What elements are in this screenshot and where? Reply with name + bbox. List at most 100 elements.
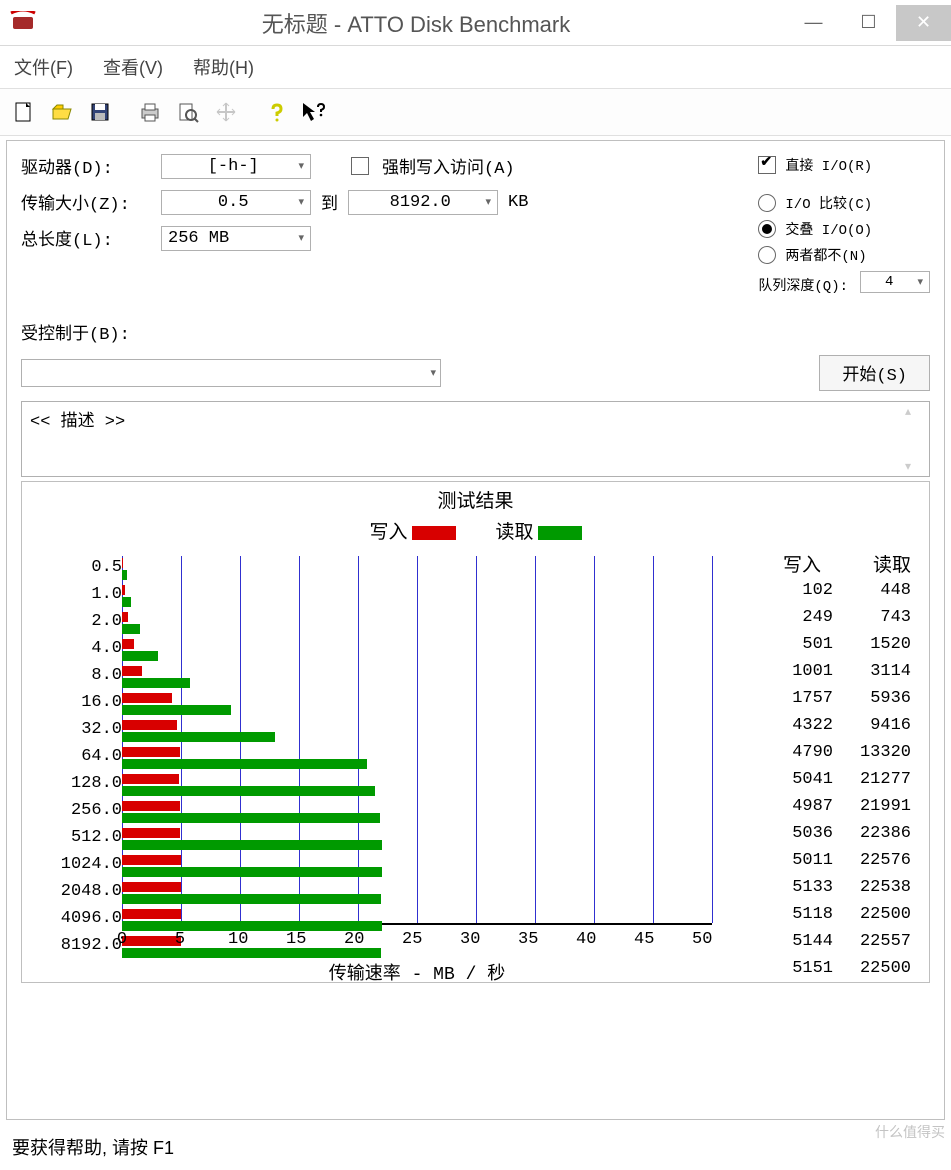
- write-value: 5144: [763, 928, 833, 955]
- chevron-down-icon: ▾: [298, 195, 304, 209]
- bar-row: [122, 853, 712, 880]
- read-value: 21277: [841, 766, 911, 793]
- col-write: 写入: [751, 550, 821, 577]
- bar-row: [122, 772, 712, 799]
- write-bar: [122, 855, 181, 865]
- neither-radio[interactable]: [758, 246, 776, 264]
- read-bar: [122, 786, 375, 796]
- value-row: 5041 21277: [722, 766, 929, 793]
- watermark: 什么值得买: [875, 1122, 945, 1142]
- write-value: 5151: [763, 955, 833, 982]
- read-bar: [122, 570, 127, 580]
- write-bar: [122, 639, 134, 649]
- help-icon[interactable]: [260, 96, 292, 128]
- write-value: 1001: [763, 658, 833, 685]
- scroll-down-icon[interactable]: ▾: [905, 459, 927, 474]
- read-value: 1520: [841, 631, 911, 658]
- total-length-label: 总长度(L):: [21, 225, 151, 251]
- description-textarea[interactable]: << 描述 >> ▴▾: [21, 401, 930, 477]
- chevron-down-icon: ▾: [298, 159, 304, 173]
- write-value: 4790: [763, 739, 833, 766]
- overlapped-io-radio[interactable]: [758, 220, 776, 238]
- whats-this-icon[interactable]: [298, 96, 330, 128]
- results-table: 写入 读取 1024482497435011520100131141757593…: [712, 550, 929, 982]
- value-row: 249743: [722, 604, 929, 631]
- chart-area: 0.51.02.04.08.016.032.064.0128.0256.0512…: [42, 550, 712, 980]
- bar-row: [122, 745, 712, 772]
- force-write-checkbox[interactable]: [351, 157, 369, 175]
- window-title: 无标题 - ATTO Disk Benchmark: [46, 7, 786, 39]
- y-tick: 16.0: [42, 689, 122, 716]
- direct-io-checkbox[interactable]: [758, 156, 776, 174]
- y-tick: 128.0: [42, 770, 122, 797]
- write-value: 4987: [763, 793, 833, 820]
- write-bar: [122, 828, 180, 838]
- start-button[interactable]: 开始(S): [819, 355, 930, 391]
- read-bar: [122, 678, 190, 688]
- value-row: 511822500: [722, 901, 929, 928]
- value-row: 5144 22557: [722, 928, 929, 955]
- queue-depth-select[interactable]: 4▾: [860, 271, 930, 293]
- read-value: 22557: [841, 928, 911, 955]
- minimize-button[interactable]: —: [786, 5, 841, 41]
- value-row: 501122576: [722, 847, 929, 874]
- write-bar: [122, 747, 180, 757]
- value-row: 503622386: [722, 820, 929, 847]
- print-icon[interactable]: [134, 96, 166, 128]
- transfer-size-label: 传输大小(Z):: [21, 189, 151, 215]
- move-icon[interactable]: [210, 96, 242, 128]
- chevron-down-icon: ▾: [430, 366, 436, 380]
- y-tick: 4096.0: [42, 905, 122, 932]
- direct-io-label: 直接 I/O(R): [785, 155, 872, 175]
- write-bar: [122, 720, 177, 730]
- maximize-button[interactable]: ☐: [841, 5, 896, 41]
- read-bar: [122, 867, 382, 877]
- value-row: 515122500: [722, 955, 929, 982]
- write-value: 5118: [763, 901, 833, 928]
- write-bar: [122, 774, 179, 784]
- open-icon[interactable]: [46, 96, 78, 128]
- bar-row: [122, 826, 712, 853]
- transfer-from-select[interactable]: 0.5▾: [161, 190, 311, 215]
- write-value: 1757: [763, 685, 833, 712]
- read-value: 22538: [841, 874, 911, 901]
- write-bar: [122, 801, 180, 811]
- bar-row: [122, 556, 712, 583]
- menu-view[interactable]: 查看(V): [97, 50, 169, 84]
- read-value: 22576: [841, 847, 911, 874]
- write-bar: [122, 693, 172, 703]
- length-select[interactable]: 256 MB▾: [161, 226, 311, 251]
- read-value: 5936: [841, 685, 911, 712]
- value-row: 43229416: [722, 712, 929, 739]
- queue-depth-label: 队列深度(Q):: [758, 275, 848, 295]
- read-bar: [122, 948, 381, 958]
- value-row: 1757 5936: [722, 685, 929, 712]
- write-swatch-icon: [412, 526, 456, 540]
- save-icon[interactable]: [84, 96, 116, 128]
- scroll-up-icon[interactable]: ▴: [905, 404, 927, 419]
- menu-file[interactable]: 文件(F): [8, 50, 79, 84]
- controlled-by-select[interactable]: ▾: [21, 359, 441, 387]
- read-swatch-icon: [538, 526, 582, 540]
- write-value: 5041: [763, 766, 833, 793]
- value-row: 498721991: [722, 793, 929, 820]
- chevron-down-icon: ▾: [485, 195, 491, 209]
- menu-bar: 文件(F) 查看(V) 帮助(H): [0, 46, 951, 88]
- overlapped-io-label: 交叠 I/O(O): [785, 219, 872, 239]
- read-bar: [122, 813, 380, 823]
- drive-select[interactable]: [-h-]▾: [161, 154, 311, 179]
- write-bar: [122, 612, 128, 622]
- y-tick: 0.5: [42, 554, 122, 581]
- print-preview-icon[interactable]: [172, 96, 204, 128]
- menu-help[interactable]: 帮助(H): [187, 50, 260, 84]
- close-button[interactable]: ✕: [896, 5, 951, 41]
- y-tick: 2.0: [42, 608, 122, 635]
- value-row: 102448: [722, 577, 929, 604]
- new-icon[interactable]: [8, 96, 40, 128]
- bar-row: [122, 691, 712, 718]
- io-compare-radio[interactable]: [758, 194, 776, 212]
- y-tick: 8.0: [42, 662, 122, 689]
- transfer-to-select[interactable]: 8192.0▾: [348, 190, 498, 215]
- read-value: 9416: [841, 712, 911, 739]
- write-bar: [122, 666, 142, 676]
